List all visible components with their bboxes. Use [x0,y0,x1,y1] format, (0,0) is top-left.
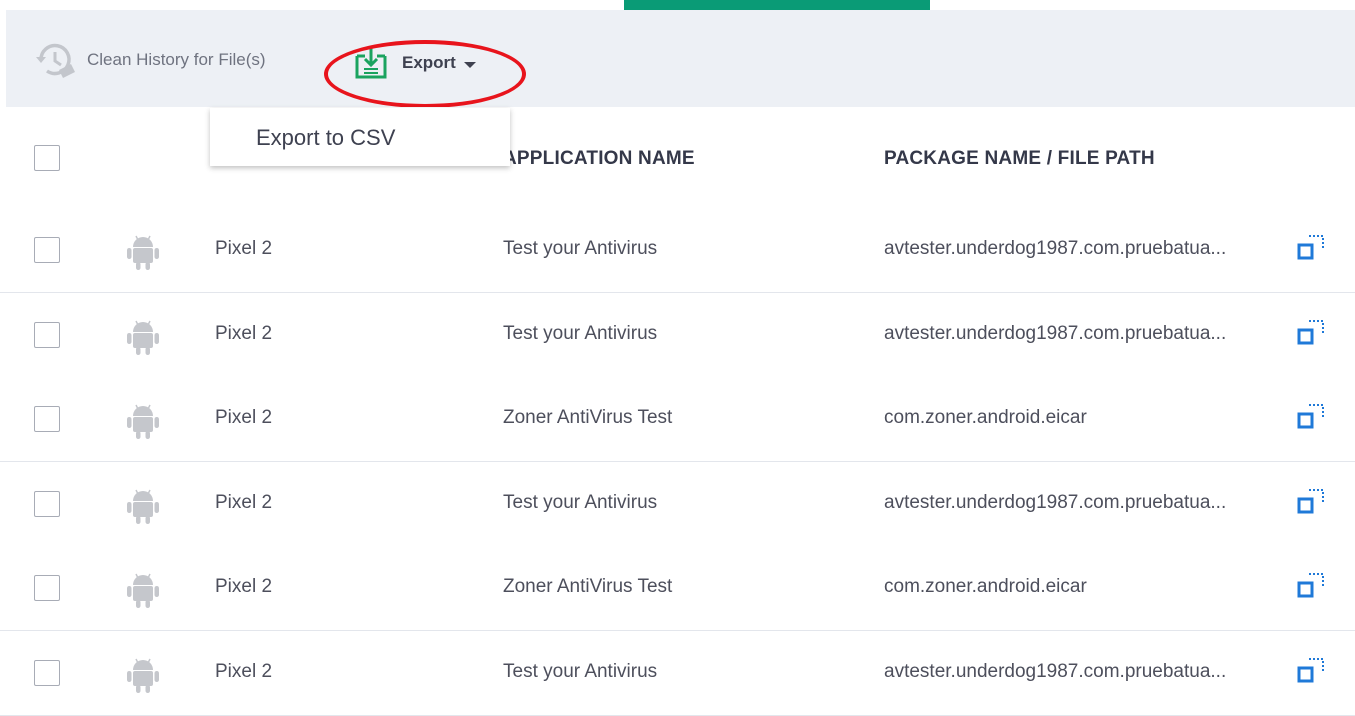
clean-history-label: Clean History for File(s) [87,50,266,69]
package-path: avtester.underdog1987.com.pruebatua... [884,322,1227,344]
table-row[interactable]: Pixel 2 Test your Antivirus avtester.und… [0,292,1355,378]
package-path: avtester.underdog1987.com.pruebatua... [884,491,1227,513]
table-row[interactable]: Pixel 2 Zoner AntiVirus Test com.zoner.a… [0,377,1355,462]
device-name: Pixel 2 [215,238,273,259]
export-to-csv-menu-item[interactable]: Export to CSV [256,125,395,151]
application-name: Test your Antivirus [503,491,658,513]
row-checkbox[interactable] [34,659,60,686]
table-row[interactable]: Pixel 2 Test your Antivirus avtester.und… [0,461,1355,547]
copy-icon[interactable] [1296,316,1328,348]
row-checkbox[interactable] [34,321,60,348]
android-icon [125,656,161,694]
application-name: Test your Antivirus [503,238,658,259]
package-path: avtester.underdog1987.com.pruebatua... [884,238,1227,259]
row-checkbox[interactable] [34,490,60,517]
export-label: Export [402,53,456,72]
package-path: com.zoner.android.eicar [884,576,1087,597]
android-icon [125,487,161,525]
device-name: Pixel 2 [215,660,273,682]
copy-icon[interactable] [1296,231,1328,263]
copy-icon[interactable] [1296,654,1328,686]
application-name: Test your Antivirus [503,322,658,344]
export-dropdown-menu: Export to CSV [210,108,510,166]
application-name: Test your Antivirus [503,660,658,682]
android-icon [125,402,161,440]
device-name: Pixel 2 [215,576,273,597]
table-row[interactable]: Pixel 2 Test your Antivirus avtester.und… [0,208,1355,293]
device-name: Pixel 2 [215,322,273,344]
device-name: Pixel 2 [215,491,273,513]
row-checkbox[interactable] [34,406,60,432]
application-name: Zoner AntiVirus Test [503,576,673,597]
android-icon [125,318,161,356]
column-header-package-name[interactable]: PACKAGE NAME / FILE PATH [884,148,1155,170]
select-all-checkbox[interactable] [34,145,60,171]
table-header: APPLICATION NAME PACKAGE NAME / FILE PAT… [0,107,1355,209]
column-header-application-name[interactable]: APPLICATION NAME [503,148,695,170]
copy-icon[interactable] [1296,569,1328,601]
device-name: Pixel 2 [215,407,273,428]
package-path: avtester.underdog1987.com.pruebatua... [884,660,1227,682]
table-row[interactable]: Pixel 2 Zoner AntiVirus Test com.zoner.a… [0,546,1355,631]
export-button[interactable]: Export [354,43,476,83]
row-checkbox[interactable] [34,237,60,263]
clean-history-icon [36,43,75,78]
copy-icon[interactable] [1296,400,1328,432]
clean-history-button[interactable]: Clean History for File(s) [33,38,266,82]
active-tab-indicator [624,0,930,10]
row-checkbox[interactable] [34,575,60,601]
package-path: com.zoner.android.eicar [884,407,1087,428]
export-download-icon [355,48,387,79]
chevron-down-icon [463,61,476,68]
android-icon [125,233,161,271]
toolbar: Clean History for File(s) Export [6,10,1355,108]
table-row[interactable]: Pixel 2 Test your Antivirus avtester.und… [0,630,1355,716]
android-icon [125,571,161,609]
application-name: Zoner AntiVirus Test [503,407,673,428]
copy-icon[interactable] [1296,485,1328,517]
